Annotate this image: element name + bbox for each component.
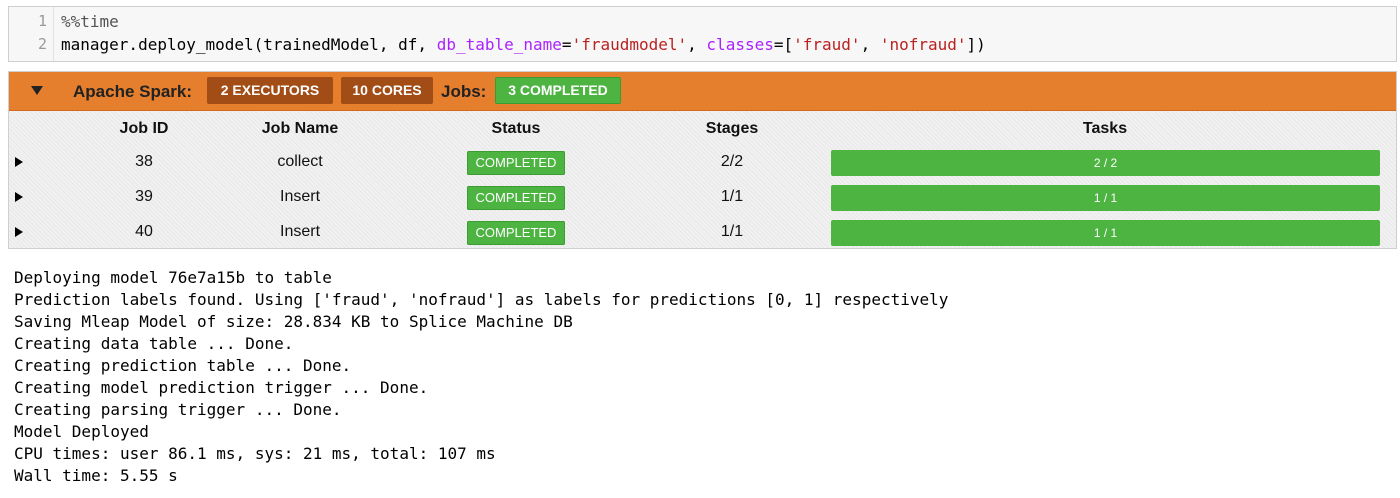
code-punct: , bbox=[860, 35, 880, 54]
tasks-progress-label: 2 / 2 bbox=[1093, 156, 1118, 170]
code-kwarg: db_table_name bbox=[436, 35, 562, 54]
spark-header: Apache Spark: 2 EXECUTORS 10 CORES Jobs:… bbox=[9, 72, 1396, 111]
job-row[interactable]: 39 Insert COMPLETED 1/1 1 / 1 bbox=[9, 181, 1396, 214]
code-line-1[interactable]: %%time bbox=[61, 12, 119, 31]
output-line: Model Deployed bbox=[14, 422, 149, 441]
col-header-job-name: Job Name bbox=[261, 120, 339, 137]
status-badge: COMPLETED bbox=[467, 151, 565, 175]
output-line: Creating prediction table ... Done. bbox=[14, 356, 352, 375]
spark-label: Apache Spark: bbox=[73, 82, 193, 101]
col-header-stages: Stages bbox=[705, 120, 759, 137]
job-row[interactable]: 38 collect COMPLETED 2/2 2 / 2 bbox=[9, 146, 1396, 179]
cell-output: Deploying model 76e7a15b to table Predic… bbox=[14, 267, 948, 487]
tasks-progress-bar: 1 / 1 bbox=[831, 185, 1380, 211]
output-line: Creating parsing trigger ... Done. bbox=[14, 400, 342, 419]
executors-badge: 2 EXECUTORS bbox=[207, 77, 333, 104]
code-call: manager.deploy_model(trainedModel, df, bbox=[61, 35, 437, 54]
col-header-tasks: Tasks bbox=[1082, 120, 1128, 137]
jobs-label: Jobs: bbox=[441, 82, 487, 101]
output-line: CPU times: user 86.1 ms, sys: 21 ms, tot… bbox=[14, 444, 496, 463]
job-row[interactable]: 40 Insert COMPLETED 1/1 1 / 1 bbox=[9, 216, 1396, 249]
jobs-status-badge: 3 COMPLETED bbox=[495, 77, 621, 104]
code-punct: = bbox=[561, 35, 572, 54]
code-line-2[interactable]: manager.deploy_model(trainedModel, df, d… bbox=[61, 35, 986, 54]
expand-arrow-icon[interactable] bbox=[15, 157, 23, 167]
expand-arrow-icon[interactable] bbox=[15, 227, 23, 237]
code-punct: ]) bbox=[966, 35, 986, 54]
output-line: Deploying model 76e7a15b to table bbox=[14, 268, 332, 287]
tasks-progress-bar: 1 / 1 bbox=[831, 220, 1380, 246]
col-header-status: Status bbox=[491, 120, 541, 137]
job-id: 39 bbox=[135, 188, 153, 205]
job-id: 38 bbox=[135, 153, 153, 170]
spark-monitor: Apache Spark: 2 EXECUTORS 10 CORES Jobs:… bbox=[8, 71, 1397, 249]
code-punct: , bbox=[687, 35, 707, 54]
line-number: 2 bbox=[37, 35, 47, 53]
output-line: Saving Mleap Model of size: 28.834 KB to… bbox=[14, 312, 573, 331]
expand-arrow-icon[interactable] bbox=[15, 192, 23, 202]
status-badge: COMPLETED bbox=[467, 221, 565, 245]
job-stages: 2/2 bbox=[720, 153, 744, 170]
job-id: 40 bbox=[135, 223, 153, 240]
tasks-progress-label: 1 / 1 bbox=[1093, 226, 1118, 240]
line-number: 1 bbox=[37, 12, 47, 30]
col-header-job-id: Job ID bbox=[119, 120, 169, 137]
output-line: Creating data table ... Done. bbox=[14, 334, 294, 353]
code-punct: =[ bbox=[773, 35, 794, 54]
cores-badge: 10 CORES bbox=[341, 77, 433, 104]
output-line: Prediction labels found. Using ['fraud',… bbox=[14, 290, 949, 309]
code-string: 'nofraud' bbox=[879, 35, 967, 54]
job-name: Insert bbox=[279, 223, 321, 240]
code-kwarg: classes bbox=[706, 35, 774, 54]
status-badge: COMPLETED bbox=[467, 186, 565, 210]
job-stages: 1/1 bbox=[720, 188, 744, 205]
collapse-toggle-icon[interactable] bbox=[31, 86, 43, 95]
job-stages: 1/1 bbox=[720, 223, 744, 240]
code-string: 'fraudmodel' bbox=[571, 35, 688, 54]
job-name: collect bbox=[277, 153, 323, 170]
line-number-gutter: 1 2 bbox=[9, 7, 54, 61]
output-line: Creating model prediction trigger ... Do… bbox=[14, 378, 429, 397]
code-cell[interactable]: 1 2 %%time manager.deploy_model(trainedM… bbox=[8, 6, 1397, 62]
job-name: Insert bbox=[279, 188, 321, 205]
tasks-progress-label: 1 / 1 bbox=[1093, 191, 1118, 205]
tasks-progress-bar: 2 / 2 bbox=[831, 150, 1380, 176]
code-string: 'fraud' bbox=[793, 35, 861, 54]
magic-command: %%time bbox=[61, 12, 119, 31]
output-line: Wall time: 5.55 s bbox=[14, 466, 178, 485]
